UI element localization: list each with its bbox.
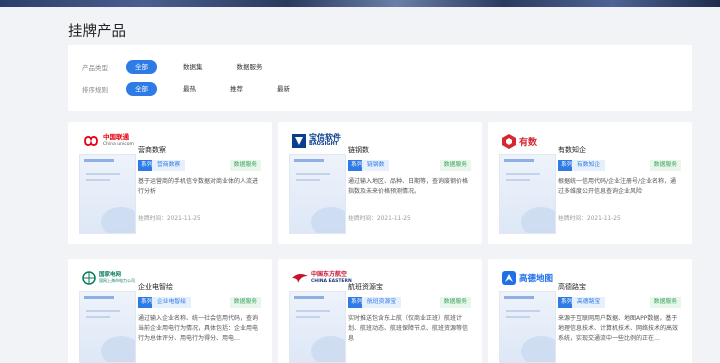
product-name[interactable]: 链钢数: [348, 145, 369, 155]
product-card[interactable]: 国家电网 国网上海市电力公司 企业电智绘 系列 企业电智绘 数据服务 通过输入企…: [68, 259, 272, 363]
swallow-icon: [292, 273, 308, 283]
listing-date: 挂牌时间：2021-11-25: [558, 216, 621, 222]
series-name-tag: 企业电智绘: [152, 297, 191, 308]
data-service-badge: 数据服务: [649, 297, 681, 308]
report-thumbnail: [499, 291, 556, 363]
logo-text: 中国东方航空: [311, 271, 348, 278]
logo-text: 宝信软件: [309, 133, 341, 142]
chip-sort-hot[interactable]: 最热: [175, 82, 204, 96]
baosight-mark-icon: [292, 134, 306, 148]
report-thumbnail: [79, 154, 136, 234]
product-description: 根据统一信用代码/企业注册号/企业名称，通过多维度公开信息查询企业风险: [558, 178, 677, 195]
product-card[interactable]: 有数 有数知企 系列 有数知企 数据服务 根据统一信用代码/企业注册号/企业名称…: [488, 122, 692, 244]
series-name-tag: 营商数察: [152, 160, 186, 171]
brand-logo: 有数: [502, 132, 537, 150]
page-title: 挂牌产品: [68, 24, 126, 40]
product-card[interactable]: 中国东方航空 CHINA EASTERN 航班资源宝 系列 航班资源宝 数据服务…: [278, 259, 482, 363]
filter-panel: 产品类型 全部 数据集 数据服务 排序规则 全部 最热 推荐 最新: [68, 45, 692, 111]
logo-text: 有数: [519, 137, 538, 148]
logo-subtext: 国网上海市电力公司: [99, 278, 135, 283]
product-description: 基于运营商的手机信令数据对商业体的人流进行分析: [138, 178, 259, 195]
product-name[interactable]: 企业电智绘: [138, 282, 173, 292]
report-thumbnail: [499, 154, 556, 234]
chip-sort-newest[interactable]: 最新: [269, 82, 298, 96]
product-name[interactable]: 有数知企: [558, 145, 586, 155]
filter-label-product-type: 产品类型: [82, 64, 108, 72]
series-name-tag: 航班资源宝: [362, 297, 401, 308]
chip-type-dataset[interactable]: 数据集: [175, 60, 211, 74]
youshu-hex-icon: [502, 133, 516, 149]
logo-text: 高德地图: [519, 274, 554, 284]
product-description: 通过输入地区、品种、日期等，查询废钢价格指数及未来价格预测情况。: [348, 178, 469, 195]
product-card[interactable]: 中国联通 China unicom 营商数察 系列 营商数察 数据服务 基于运营…: [68, 122, 272, 244]
series-name-tag: 有数知企: [572, 160, 606, 171]
data-service-badge: 数据服务: [439, 297, 471, 308]
logo-subtext: BAOSIGHT: [309, 141, 339, 147]
listing-date: 挂牌时间：2021-11-25: [138, 216, 201, 222]
logo-subtext: China unicom: [103, 142, 134, 147]
data-service-badge: 数据服务: [439, 160, 471, 171]
data-service-badge: 数据服务: [229, 297, 261, 308]
product-name[interactable]: 营商数察: [138, 145, 166, 155]
chip-sort-all[interactable]: 全部: [126, 82, 157, 96]
brand-logo: 中国联通 China unicom: [82, 132, 134, 150]
product-description: 实时推送包含东上航（仅商业正班）航班计划、航班动态、航班保障节点、航班资源等信息: [348, 315, 469, 342]
brand-logo: 高德地图: [502, 269, 553, 287]
brand-logo: 国家电网 国网上海市电力公司: [82, 269, 135, 287]
top-banner-image: [0, 0, 720, 7]
product-name[interactable]: 高德路宝: [558, 282, 586, 292]
report-thumbnail: [289, 154, 346, 234]
filter-row-sort: 排序规则 全部 最热 推荐 最新: [82, 81, 316, 97]
listing-date: 挂牌时间：2021-11-25: [348, 216, 411, 222]
filter-label-sort: 排序规则: [82, 86, 108, 94]
chip-sort-recommended[interactable]: 推荐: [222, 82, 251, 96]
amap-arrow-icon: [502, 271, 516, 285]
product-description: 通过输入企业名称、统一社会信用代码，查询当前企业用电行为情况，具体包括：企业用电…: [138, 315, 259, 342]
brand-logo: 宝信软件 BAOSIGHT: [292, 132, 341, 150]
product-name[interactable]: 航班资源宝: [348, 282, 383, 292]
unicom-knot-icon: [84, 136, 98, 146]
product-description: 来源于互联网用户数据、地图APP数据，基于地理信息技术、计算机技术、网络技术的高…: [558, 315, 679, 342]
logo-text: 中国联通: [103, 133, 129, 141]
logo-subtext: CHINA EASTERN: [311, 279, 352, 284]
data-service-badge: 数据服务: [649, 160, 681, 171]
report-thumbnail: [289, 291, 346, 363]
product-card[interactable]: 宝信软件 BAOSIGHT 链钢数 系列 链钢数 数据服务 通过输入地区、品种、…: [278, 122, 482, 244]
report-thumbnail: [79, 291, 136, 363]
chip-type-data-service[interactable]: 数据服务: [229, 60, 271, 74]
filter-row-product-type: 产品类型 全部 数据集 数据服务: [82, 59, 289, 75]
brand-logo: 中国东方航空 CHINA EASTERN: [292, 269, 352, 287]
series-name-tag: 高德路宝: [572, 297, 606, 308]
product-card[interactable]: 高德地图 高德路宝 系列 高德路宝 数据服务 来源于互联网用户数据、地图APP数…: [488, 259, 692, 363]
sgcc-globe-icon: [82, 271, 96, 285]
chip-type-all[interactable]: 全部: [126, 60, 157, 74]
series-name-tag: 链钢数: [362, 160, 390, 171]
data-service-badge: 数据服务: [229, 160, 261, 171]
